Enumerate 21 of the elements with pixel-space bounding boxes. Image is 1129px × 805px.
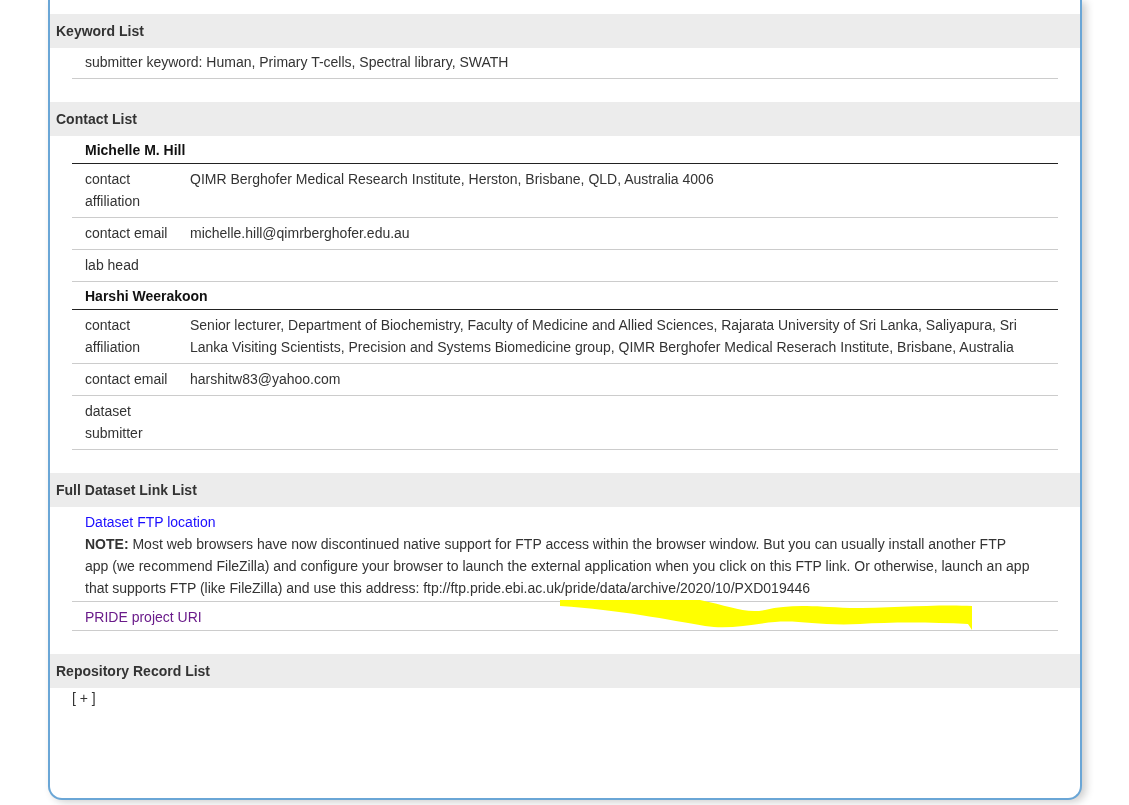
field-label: contact affiliation: [85, 171, 140, 209]
expand-toggle[interactable]: [ + ]: [72, 690, 96, 706]
section-header: Repository Record List: [50, 654, 1080, 688]
ftp-note: NOTE: Most web browsers have now discontinued native support for FTP access within the browser window. But you can usually install another FTP app (we recommend FileZilla) and configure your browser to launch the external application when you click on this FTP link. Or otherwise, launch an app that supports FTP (like FileZilla) and use this address: ftp://ftp.pride.ebi.ac.uk/pride/data/archive/2020/10/PXD019446: [85, 535, 1031, 598]
field-label: dataset submitter: [85, 403, 143, 441]
field-value: Senior lecturer, Department of Biochemistry, Faculty of Medicine and Allied Sciences, Rajarata University of Sri Lanka, Saliyapura, Sri Lanka Visiting Scientists, Precision and Systems Biomedicine group, QIMR Berghofer Medical Reserach Institute, Brisbane, Australia: [190, 317, 1017, 355]
contact-name: Michelle M. Hill: [85, 142, 186, 158]
field-value: harshitw83@yahoo.com: [190, 371, 341, 387]
field-label: lab head: [85, 257, 139, 273]
field-label: contact affiliation: [85, 317, 140, 355]
section-header: Full Dataset Link List: [50, 473, 1080, 507]
field-value: michelle.hill@qimrberghofer.edu.au: [190, 225, 410, 241]
field-value: QIMR Berghofer Medical Research Institute, Herston, Brisbane, QLD, Australia 4006: [190, 171, 714, 187]
dataset-link[interactable]: Dataset FTP location: [85, 514, 216, 530]
keyword-text: submitter keyword: Human, Primary T-cells, Spectral library, SWATH: [85, 54, 509, 70]
field-label: contact email: [85, 371, 168, 387]
field-label: contact email: [85, 225, 168, 241]
section-header: Contact List: [50, 102, 1080, 136]
dataset-link[interactable]: PRIDE project URI: [85, 609, 202, 625]
contact-name: Harshi Weerakoon: [85, 288, 208, 304]
section-header: Keyword List: [50, 14, 1080, 48]
